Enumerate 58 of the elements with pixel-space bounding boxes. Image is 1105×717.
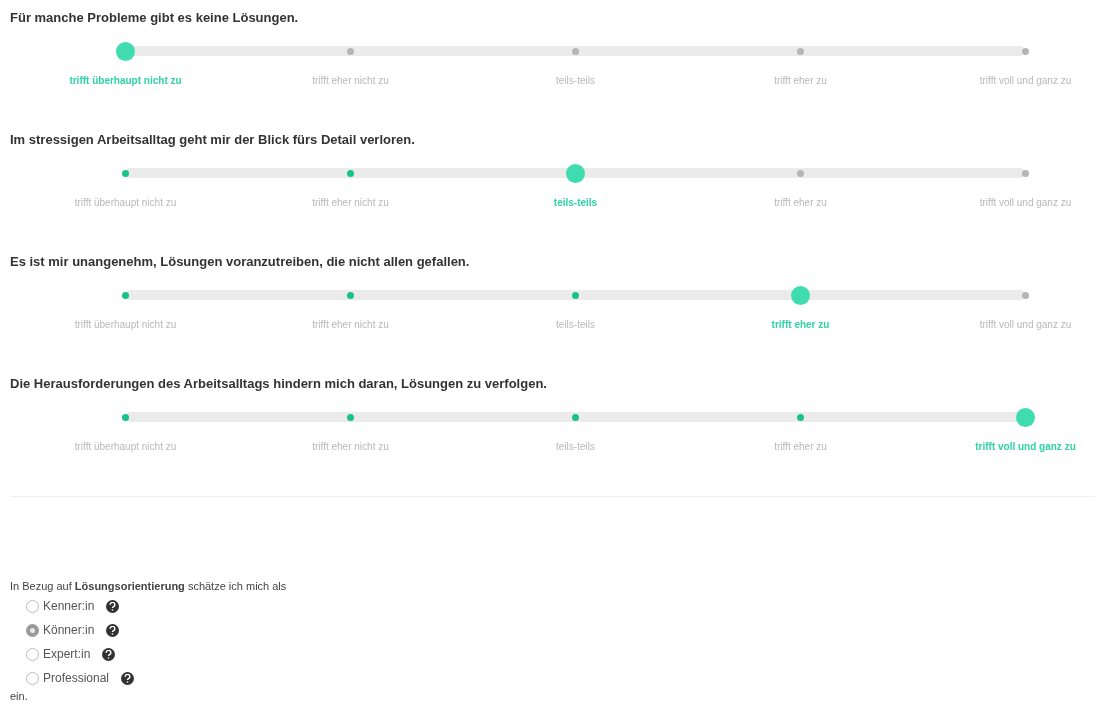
scale-label[interactable]: teils-teils: [556, 73, 595, 88]
help-icon[interactable]: [121, 671, 135, 685]
question-text: Im stressigen Arbeitsalltag geht mir der Blick fürs Detail verloren.: [9, 131, 416, 149]
outro-text: ein.: [10, 690, 29, 702]
scale-label[interactable]: trifft eher nicht zu: [312, 195, 389, 210]
radio-button[interactable]: [26, 647, 39, 661]
question-text: Die Herausforderungen des Arbeitsalltags hindern mich daran, Lösungen zu verfolgen.: [9, 375, 548, 393]
option-label[interactable]: Professional: [43, 669, 110, 687]
scale-point[interactable]: [347, 47, 354, 55]
scale-point[interactable]: [347, 413, 354, 421]
scale-point[interactable]: [572, 47, 579, 55]
scale-label[interactable]: trifft eher zu: [771, 317, 830, 332]
slider-thumb[interactable]: [1016, 407, 1035, 427]
scale-point[interactable]: [122, 291, 129, 299]
scale-point[interactable]: [797, 413, 804, 421]
question-text: Es ist mir unangenehm, Lösungen voranzutreiben, die nicht allen gefallen.: [9, 253, 471, 271]
scale-label[interactable]: trifft eher zu: [774, 73, 827, 88]
scale-label[interactable]: trifft überhaupt nicht zu: [74, 195, 177, 210]
scale-point[interactable]: [797, 169, 804, 177]
scale-label[interactable]: trifft voll und ganz zu: [979, 317, 1072, 332]
scale-label[interactable]: trifft eher zu: [774, 195, 827, 210]
scale-point[interactable]: [1022, 169, 1029, 177]
scale-point[interactable]: [1022, 291, 1029, 299]
option-label[interactable]: Expert:in: [43, 645, 91, 663]
slider-thumb[interactable]: [566, 163, 585, 183]
intro-text: In Bezug auf Lösungsorientierung schätze ich mich als: [10, 579, 288, 593]
scale-label[interactable]: trifft überhaupt nicht zu: [74, 317, 177, 332]
scale-label[interactable]: teils-teils: [553, 195, 598, 210]
help-icon[interactable]: [102, 647, 116, 661]
scale-label[interactable]: trifft eher nicht zu: [312, 439, 389, 454]
scale-label[interactable]: trifft voll und ganz zu: [975, 439, 1076, 454]
radio-button[interactable]: [26, 623, 39, 637]
scale-point[interactable]: [1022, 47, 1029, 55]
scale-point[interactable]: [572, 291, 579, 299]
radio-button[interactable]: [26, 599, 39, 613]
scale-point[interactable]: [122, 413, 129, 421]
help-icon[interactable]: [106, 599, 120, 613]
scale-label[interactable]: trifft eher nicht zu: [312, 317, 389, 332]
scale-point[interactable]: [572, 413, 579, 421]
help-icon[interactable]: [106, 623, 120, 637]
radio-button[interactable]: [26, 671, 39, 685]
scale-label[interactable]: trifft voll und ganz zu: [979, 73, 1072, 88]
option-label[interactable]: Kenner:in: [43, 597, 95, 615]
scale-label[interactable]: trifft überhaupt nicht zu: [69, 73, 182, 88]
scale-label[interactable]: trifft voll und ganz zu: [979, 195, 1072, 210]
scale-point[interactable]: [122, 169, 129, 177]
scale-label[interactable]: trifft eher nicht zu: [312, 73, 389, 88]
question-text: Für manche Probleme gibt es keine Lösungen.: [9, 9, 300, 27]
scale-point[interactable]: [797, 47, 804, 55]
scale-label[interactable]: trifft eher zu: [774, 439, 827, 454]
slider-thumb[interactable]: [116, 41, 135, 61]
scale-label[interactable]: trifft überhaupt nicht zu: [74, 439, 177, 454]
scale-label[interactable]: teils-teils: [556, 317, 595, 332]
scale-point[interactable]: [347, 291, 354, 299]
option-label[interactable]: Könner:in: [43, 621, 95, 639]
scale-label[interactable]: teils-teils: [556, 439, 595, 454]
slider-thumb[interactable]: [791, 285, 810, 305]
scale-point[interactable]: [347, 169, 354, 177]
